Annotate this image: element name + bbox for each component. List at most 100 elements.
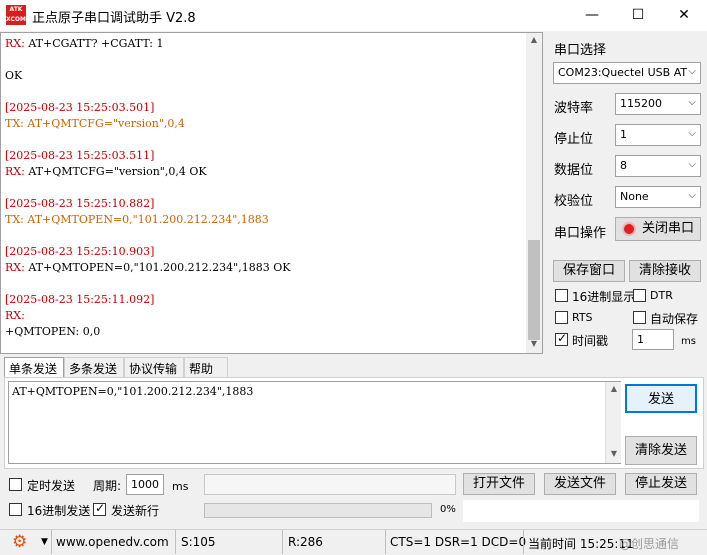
timed-send-label: 定时发送	[27, 479, 76, 493]
chevron-down-icon: ⌵	[688, 128, 696, 139]
window-title: 正点原子串口调试助手 V2.8	[32, 11, 196, 26]
close-window-button[interactable]: ✕	[661, 0, 707, 31]
baud-label: 波特率	[554, 101, 594, 116]
receive-line: RX: AT+CGATT? +CGATT: 1	[5, 36, 290, 52]
send-scrollbar[interactable]: ▲ ▼	[605, 382, 621, 463]
chevron-down-icon: ⌵	[688, 66, 696, 77]
scroll-up-icon[interactable]: ▲	[526, 35, 542, 47]
send-file-button[interactable]: 发送文件	[544, 473, 616, 495]
chevron-down-icon: ⌵	[688, 97, 696, 108]
scroll-up-icon[interactable]: ▲	[606, 384, 622, 396]
open-file-button[interactable]: 打开文件	[463, 473, 535, 495]
baud-select[interactable]: 115200 ⌵	[615, 93, 701, 115]
receive-line-prefix: [2025-08-23 15:25:11.092]	[5, 293, 155, 306]
period-ms-label: ms	[172, 480, 189, 493]
send-newline-label: 发送新行	[111, 504, 160, 518]
receive-line-prefix: TX:	[5, 117, 28, 130]
timestamp-label: 时间戳	[572, 334, 609, 348]
auto-save-checkbox[interactable]	[633, 311, 646, 324]
receive-line: RX: AT+QMTCFG="version",0,4 OK	[5, 164, 290, 180]
timestamp-interval-input[interactable]: 1	[632, 329, 674, 350]
receive-line-text: AT+QMTOPEN=0,"101.200.212.234",1883 OK	[28, 261, 291, 274]
chevron-down-icon: ⌵	[688, 190, 696, 201]
auto-save-label: 自动保存	[650, 312, 699, 326]
maximize-button[interactable]: ☐	[615, 0, 661, 31]
stop-bits-select[interactable]: 1 ⌵	[615, 124, 701, 146]
rts-checkbox[interactable]	[555, 311, 568, 324]
settings-gear-icon[interactable]: ⚙	[12, 532, 27, 552]
port-select[interactable]: COM23:Quectel USB AT ⌵	[553, 62, 701, 84]
receive-line: [2025-08-23 15:25:03.501]	[5, 100, 290, 116]
clear-receive-button[interactable]: 清除接收	[629, 260, 701, 282]
port-status-icon	[622, 222, 636, 236]
status-separator	[385, 530, 386, 554]
send-progress-bar	[204, 503, 432, 518]
parity-value: None	[620, 190, 649, 203]
receive-line-text: +QMTOPEN: 0,0	[5, 325, 101, 338]
parity-select[interactable]: None ⌵	[615, 186, 701, 208]
stop-bits-label: 停止位	[554, 132, 594, 147]
scroll-down-icon[interactable]: ▼	[606, 449, 622, 461]
receive-line-prefix: [2025-08-23 15:25:03.501]	[5, 101, 155, 114]
send-textarea[interactable]: AT+QMTOPEN=0,"101.200.212.234",1883 ▲ ▼	[8, 381, 621, 464]
save-window-button[interactable]: 保存窗口	[553, 260, 625, 282]
receive-line: TX: AT+QMTOPEN=0,"101.200.212.234",1883	[5, 212, 290, 228]
receive-line: [2025-08-23 15:25:10.882]	[5, 196, 290, 212]
timed-send-checkbox[interactable]	[9, 478, 22, 491]
tab-multi-send[interactable]: 多条发送	[64, 357, 124, 377]
receive-line-prefix: RX:	[5, 37, 29, 50]
app-logo-icon: ATK XCOM	[6, 5, 26, 25]
send-button[interactable]: 发送	[625, 384, 697, 413]
receive-line-text: AT+QMTCFG="version",0,4 OK	[28, 165, 207, 178]
receive-line-prefix: [2025-08-23 15:25:03.511]	[5, 149, 155, 162]
scrollbar-thumb[interactable]	[528, 240, 540, 340]
receive-line-prefix: RX:	[5, 309, 25, 322]
sent-count: S:105	[181, 535, 216, 549]
watermark-text: @创思通信	[619, 537, 680, 551]
scroll-down-icon[interactable]: ▼	[526, 339, 542, 351]
chevron-down-icon[interactable]: ▼	[41, 537, 48, 547]
stop-send-button[interactable]: 停止发送	[625, 473, 697, 495]
file-path-field[interactable]	[204, 474, 456, 495]
status-separator	[282, 530, 283, 554]
tab-help[interactable]: 帮助	[184, 357, 228, 377]
period-input[interactable]: 1000	[126, 474, 164, 495]
receive-line	[5, 132, 290, 148]
hex-display-checkbox[interactable]	[555, 289, 568, 302]
receive-line	[5, 228, 290, 244]
receive-log: RX: AT+CGATT? +CGATT: 1 OK [2025-08-23 15:…	[5, 36, 290, 340]
receive-line-prefix: RX:	[5, 165, 29, 178]
timestamp-checkbox[interactable]	[555, 331, 568, 346]
send-progress-value: 0%	[440, 504, 456, 515]
close-port-label: 关闭串口	[642, 221, 695, 236]
timestamp-ms-label: ms	[681, 336, 696, 347]
receive-line	[5, 180, 290, 196]
hex-send-checkbox[interactable]	[9, 503, 22, 516]
status-separator	[175, 530, 176, 554]
receive-line: RX: AT+QMTOPEN=0,"101.200.212.234",1883 …	[5, 260, 290, 276]
receive-line-prefix: [2025-08-23 15:25:10.882]	[5, 197, 155, 210]
rts-label: RTS	[572, 311, 593, 324]
received-count: R:286	[288, 535, 323, 549]
receive-line	[5, 276, 290, 292]
send-newline-checkbox[interactable]	[93, 501, 106, 516]
dtr-label: DTR	[650, 289, 673, 302]
receive-line: [2025-08-23 15:25:10.903]	[5, 244, 290, 260]
tab-single-send[interactable]: 单条发送	[4, 357, 64, 377]
dtr-checkbox[interactable]	[633, 289, 646, 302]
chevron-down-icon: ⌵	[688, 159, 696, 170]
receive-line: [2025-08-23 15:25:11.092]	[5, 292, 290, 308]
receive-line-prefix: [2025-08-23 15:25:10.903]	[5, 245, 155, 258]
receive-textarea[interactable]: RX: AT+CGATT? +CGATT: 1 OK [2025-08-23 15:…	[0, 32, 543, 354]
baud-value: 115200	[620, 97, 662, 110]
minimize-button[interactable]: —	[569, 0, 615, 31]
close-port-button[interactable]: 关闭串口	[615, 217, 701, 241]
receive-line-text: AT+CGATT? +CGATT: 1	[28, 37, 164, 50]
data-bits-value: 8	[620, 159, 627, 172]
clear-send-button[interactable]: 清除发送	[625, 436, 697, 465]
data-bits-select[interactable]: 8 ⌵	[615, 155, 701, 177]
website-link[interactable]: www.openedv.com	[56, 535, 169, 549]
tab-protocol[interactable]: 协议传输	[124, 357, 184, 377]
receive-line: +QMTOPEN: 0,0	[5, 324, 290, 340]
port-select-label: 串口选择	[554, 43, 607, 58]
